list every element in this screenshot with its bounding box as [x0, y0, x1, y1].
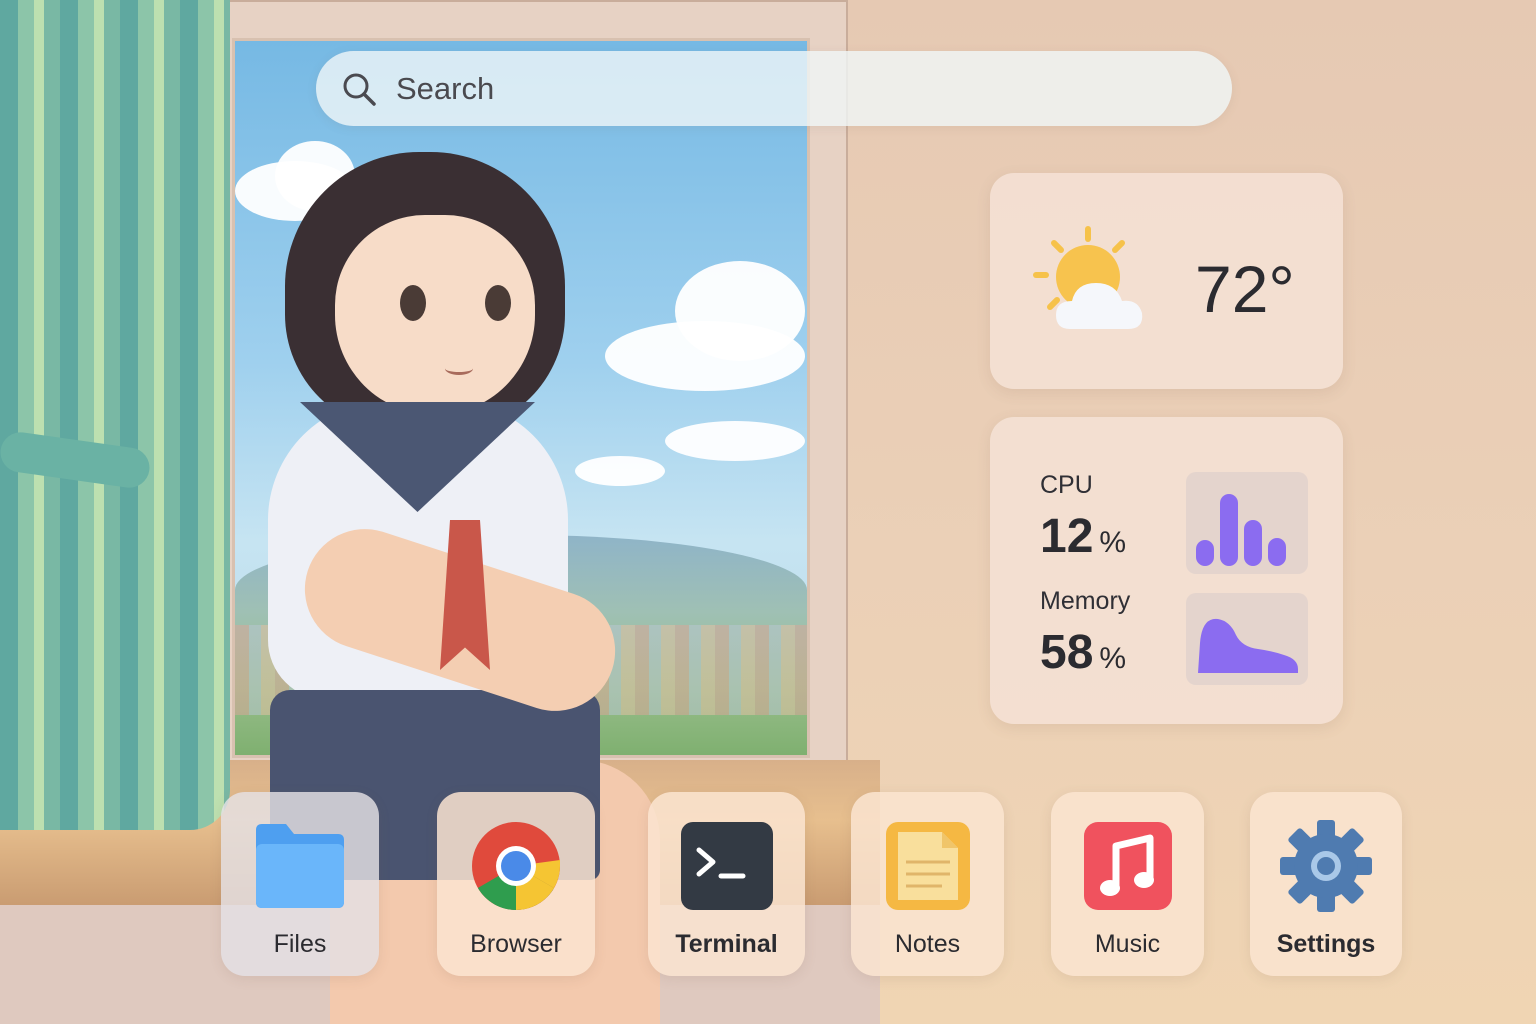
dock-label-settings: Settings: [1276, 930, 1376, 958]
cpu-unit: %: [1099, 526, 1127, 559]
memory-value-number: 58: [1040, 626, 1094, 679]
gear-icon: [1280, 820, 1372, 912]
search-input[interactable]: Search: [396, 71, 494, 107]
cpu-value: 12%: [1040, 509, 1126, 564]
dock-item-music[interactable]: Music: [1051, 792, 1204, 976]
system-monitor-widget[interactable]: CPU 12% Memory 58%: [990, 417, 1343, 724]
memory-unit: %: [1099, 642, 1127, 675]
bar-graph-icon: [1196, 494, 1286, 566]
memory-graph: [1186, 593, 1308, 685]
dock-item-notes[interactable]: Notes: [851, 792, 1004, 976]
dock-label-terminal: Terminal: [675, 930, 778, 958]
music-note-icon: [1083, 822, 1172, 910]
dock-label-browser: Browser: [470, 930, 562, 958]
memory-label: Memory: [1040, 587, 1131, 615]
dock-label-files: Files: [273, 930, 327, 958]
dock-label-notes: Notes: [894, 930, 961, 958]
cpu-graph: [1186, 472, 1308, 574]
notes-icon: [885, 822, 970, 910]
dock-item-files[interactable]: Files: [221, 792, 379, 976]
dock-item-settings[interactable]: Settings: [1250, 792, 1402, 976]
area-graph-icon: [1198, 618, 1298, 673]
search-bar[interactable]: Search: [316, 51, 1232, 126]
folder-icon: [256, 824, 344, 908]
terminal-icon: [680, 822, 773, 910]
cpu-value-number: 12: [1040, 510, 1094, 563]
sun-cloud-icon: [1033, 226, 1143, 329]
temperature: 72°: [1195, 252, 1295, 326]
chrome-icon: [472, 822, 560, 910]
dock-item-terminal[interactable]: Terminal: [648, 792, 805, 976]
weather-widget[interactable]: 72°: [990, 173, 1343, 389]
memory-value: 58%: [1040, 625, 1126, 680]
search-icon: [343, 73, 376, 106]
dock-label-music: Music: [1094, 930, 1161, 958]
dock-item-browser[interactable]: Browser: [437, 792, 595, 976]
cpu-label: CPU: [1040, 471, 1093, 499]
